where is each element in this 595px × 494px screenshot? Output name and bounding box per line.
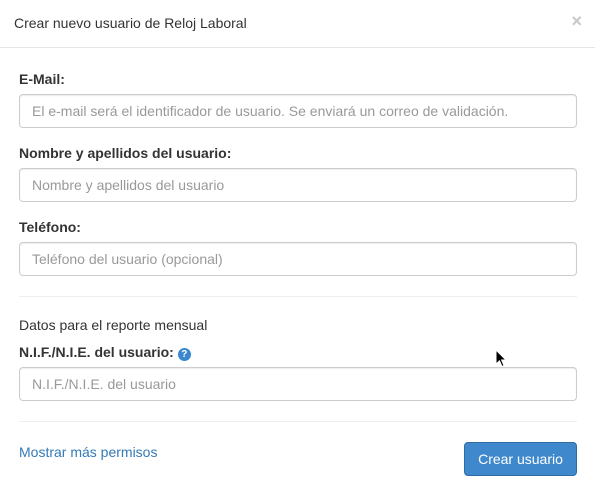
email-input[interactable]: El e-mail será el identificador de usuar…	[19, 94, 577, 128]
name-placeholder: Nombre y apellidos del usuario	[32, 177, 225, 193]
modal-header: Crear nuevo usuario de Reloj Laboral ×	[0, 0, 595, 48]
name-input[interactable]: Nombre y apellidos del usuario	[19, 168, 577, 202]
email-label: E-Mail:	[19, 71, 65, 87]
email-placeholder: El e-mail será el identificador de usuar…	[32, 103, 509, 119]
create-user-button[interactable]: Crear usuario	[464, 442, 577, 476]
phone-placeholder: Teléfono del usuario (opcional)	[32, 251, 223, 267]
section-divider	[19, 296, 577, 297]
phone-input[interactable]: Teléfono del usuario (opcional)	[19, 242, 577, 276]
more-permissions-link[interactable]: Mostrar más permisos	[19, 444, 157, 460]
nif-label: N.I.F./N.I.E. del usuario:?	[19, 344, 191, 361]
question-circle-icon[interactable]: ?	[177, 348, 191, 361]
mouse-pointer-icon	[495, 349, 507, 368]
name-label: Nombre y apellidos del usuario:	[19, 145, 232, 161]
section-title: Datos para el reporte mensual	[19, 317, 208, 333]
footer-divider	[19, 421, 577, 422]
phone-label: Teléfono:	[19, 219, 81, 235]
nif-label-text: N.I.F./N.I.E. del usuario:	[19, 344, 174, 360]
nif-placeholder: N.I.F./N.I.E. del usuario	[32, 376, 176, 392]
close-icon[interactable]: ×	[571, 12, 582, 30]
nif-input[interactable]: N.I.F./N.I.E. del usuario	[19, 367, 577, 401]
modal-title: Crear nuevo usuario de Reloj Laboral	[14, 15, 247, 31]
